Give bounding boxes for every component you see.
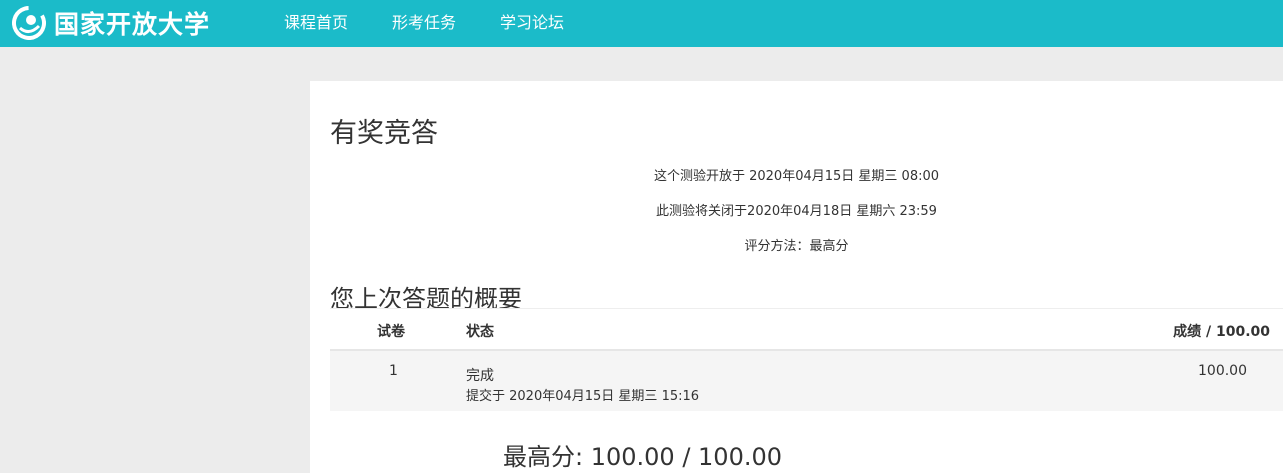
attempt-status: 完成 — [466, 368, 494, 384]
top-navbar: 国家开放大学 课程首页 形考任务 学习论坛 — [0, 0, 1283, 47]
attempts-table: 试卷 状态 成绩 / 100.00 1 完成 提交于 2020年04月15日 星… — [330, 308, 1283, 411]
main-content: 有奖竞答 这个测验开放于 2020年04月15日 星期三 08:00 此测验将关… — [310, 81, 1283, 473]
logo-icon — [12, 6, 46, 40]
nav-assessment-tasks[interactable]: 形考任务 — [392, 12, 456, 34]
column-header-grade: 成绩 / 100.00 — [1173, 324, 1270, 340]
grading-method: 评分方法：最高分 — [744, 239, 849, 254]
table-row: 1 完成 提交于 2020年04月15日 星期三 15:16 100.00 — [330, 351, 1283, 411]
attempt-number: 1 — [389, 363, 398, 379]
table-header: 试卷 状态 成绩 / 100.00 — [330, 308, 1283, 351]
quiz-close-info: 此测验将关闭于2020年04月18日 星期六 23:59 — [656, 204, 937, 219]
logo-text: 国家开放大学 — [54, 10, 211, 39]
attempt-grade: 100.00 — [1198, 363, 1247, 379]
nav-learning-forum[interactable]: 学习论坛 — [500, 12, 564, 34]
quiz-open-info: 这个测验开放于 2020年04月15日 星期三 08:00 — [653, 169, 940, 184]
column-header-status: 状态 — [466, 324, 494, 340]
highest-grade: 最高分: 100.00 / 100.00 — [503, 443, 783, 471]
page-title: 有奖竞答 — [330, 118, 438, 149]
nav-course-home[interactable]: 课程首页 — [284, 12, 348, 34]
column-header-attempt: 试卷 — [377, 324, 405, 340]
attempt-submitted-time: 提交于 2020年04月15日 星期三 15:16 — [466, 389, 700, 404]
site-logo[interactable]: 国家开放大学 — [12, 4, 210, 42]
